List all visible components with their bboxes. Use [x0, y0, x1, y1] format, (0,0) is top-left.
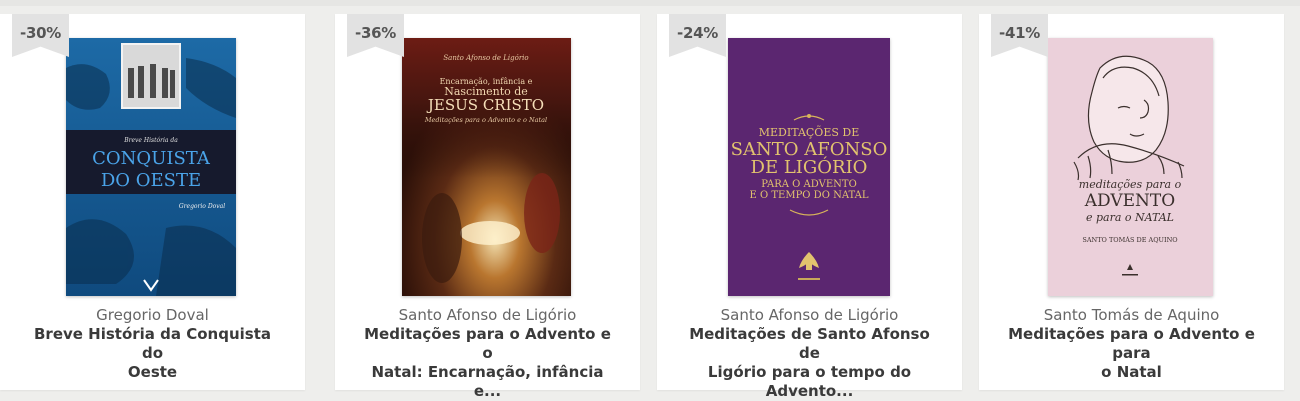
title-line: o Natal: [1101, 363, 1162, 381]
cover-line: DE LIGÓRIO: [751, 155, 868, 178]
discount-badge: -30%: [12, 14, 69, 57]
cover-line: MEDITAÇÕES DE: [759, 125, 859, 139]
cover-author: Santo Afonso de Ligório: [443, 54, 528, 62]
product-author[interactable]: Santo Tomás de Aquino: [979, 306, 1284, 324]
title-line: Meditações para o Advento e o: [364, 325, 611, 362]
discount-badge: -24%: [669, 14, 726, 57]
discount-text: -24%: [677, 24, 718, 42]
product-title[interactable]: Meditações de Santo Afonso de Ligório pa…: [679, 325, 940, 401]
title-line: Meditações para o Advento e para: [1008, 325, 1255, 362]
product-title[interactable]: Meditações para o Advento e para o Natal: [1001, 325, 1262, 382]
product-card-2[interactable]: MEDITAÇÕES DE SANTO AFONSO DE LIGÓRIO PA…: [657, 14, 962, 400]
product-author[interactable]: Gregorio Doval: [0, 306, 305, 324]
cover-line: JESUS CRISTO: [426, 96, 544, 114]
cover-line: e para o NATAL: [1086, 211, 1174, 224]
discount-badge: -36%: [347, 14, 404, 57]
top-strip: [0, 0, 1300, 6]
product-card-4[interactable]: Breve História da CONQUISTA DO OESTE Gre…: [0, 14, 305, 390]
product-title[interactable]: Meditações para o Advento e o Natal: Enc…: [357, 325, 618, 401]
product-author[interactable]: Santo Afonso de Ligório: [657, 306, 962, 324]
cover-line: PARA O ADVENTO: [761, 179, 857, 190]
title-line: Ligório para o tempo do Advento...: [707, 363, 912, 400]
cover-line: DO OESTE: [101, 170, 201, 191]
product-card-1[interactable]: Santo Afonso de Ligório Encarnação, infâ…: [335, 14, 640, 400]
product-card-3[interactable]: meditações para o ADVENTO e para o NATAL…: [979, 14, 1284, 390]
book-cover-image[interactable]: MEDITAÇÕES DE SANTO AFONSO DE LIGÓRIO PA…: [728, 38, 890, 296]
title-line: Natal: Encarnação, infância e...: [371, 363, 604, 400]
cover-line: Breve História da: [123, 137, 178, 144]
discount-badge: -41%: [991, 14, 1048, 57]
product-author[interactable]: Santo Afonso de Ligório: [335, 306, 640, 324]
title-line: Breve História da Conquista do: [33, 325, 271, 362]
cover-line: meditações para o: [1079, 178, 1182, 191]
discount-text: -30%: [20, 24, 61, 42]
cover-line: SANTO TOMÁS DE AQUINO: [1082, 235, 1177, 244]
cover-line: Meditações para o Advento e o Natal: [424, 116, 547, 124]
cover-line: E O TEMPO DO NATAL: [750, 190, 869, 201]
title-line: Oeste: [127, 363, 178, 381]
cover-line: ADVENTO: [1084, 191, 1175, 211]
product-title[interactable]: Breve História da Conquista do Oeste: [22, 325, 283, 382]
title-line: Meditações de Santo Afonso de: [689, 325, 930, 362]
book-cover-image[interactable]: Santo Afonso de Ligório Encarnação, infâ…: [402, 38, 571, 296]
book-cover-image[interactable]: Breve História da CONQUISTA DO OESTE Gre…: [66, 38, 236, 296]
discount-text: -36%: [355, 24, 396, 42]
discount-text: -41%: [999, 24, 1040, 42]
cover-author: Gregorio Doval: [179, 203, 225, 210]
cover-line: CONQUISTA: [92, 148, 211, 169]
book-cover-image[interactable]: meditações para o ADVENTO e para o NATAL…: [1048, 38, 1213, 296]
